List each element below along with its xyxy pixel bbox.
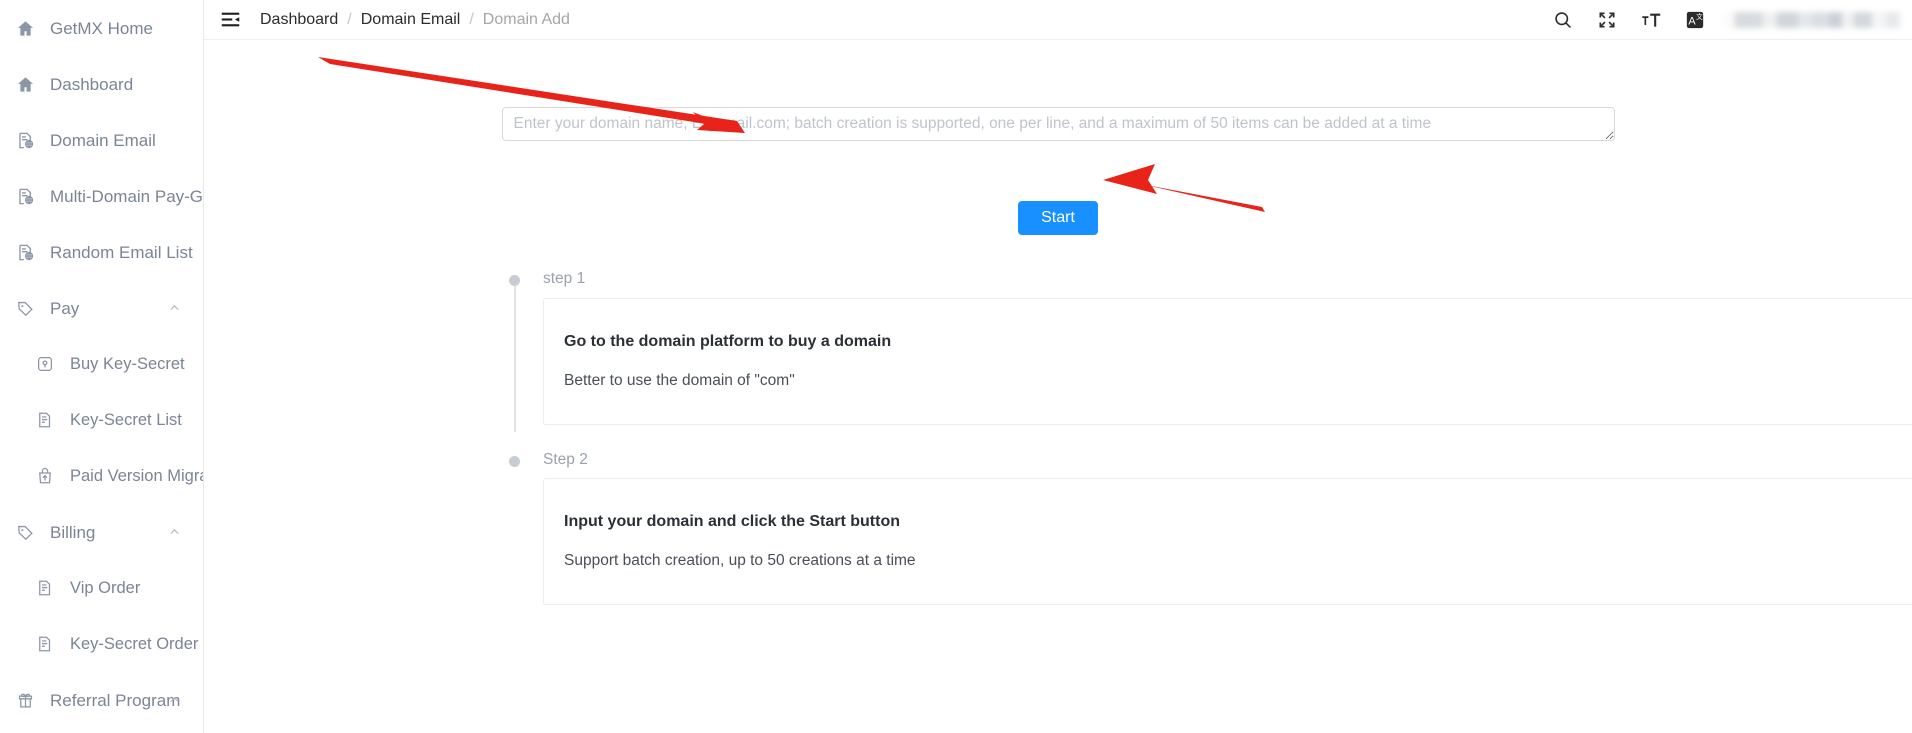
sidebar-item-buy-key-secret[interactable]: Buy Key-Secret <box>0 336 203 392</box>
sidebar-group-label: Referral Program <box>50 690 181 710</box>
gift-icon <box>14 689 36 711</box>
sidebar-item-label: Paid Version Migration <box>70 466 203 485</box>
start-button-row: Start <box>204 201 1912 235</box>
sidebar-item-label: Key-Secret Order <box>70 634 199 653</box>
sidebar-group-billing[interactable]: Billing <box>0 504 203 560</box>
chevron-up-icon[interactable] <box>168 302 181 315</box>
sidebar-item-label: Random Email List <box>50 242 193 262</box>
sidebar-item-vip-order[interactable]: Vip Order <box>0 560 203 616</box>
user-account-redacted[interactable] <box>1724 12 1900 28</box>
sidebar-item-getmx-home[interactable]: GetMX Home <box>0 0 203 56</box>
chevron-up-icon[interactable] <box>168 694 181 707</box>
start-button[interactable]: Start <box>1018 201 1098 235</box>
chevron-up-icon[interactable] <box>168 526 181 539</box>
sidebar-group-label: Pay <box>50 298 80 318</box>
main-area: Dashboard / Domain Email / Domain Add A … <box>204 0 1912 733</box>
domain-input-row <box>204 107 1912 141</box>
tag-icon <box>14 297 36 319</box>
domain-mail-icon <box>14 185 36 207</box>
step-description: Support batch creation, up to 50 creatio… <box>564 552 916 569</box>
step-card: Go to the domain platform to buy a domai… <box>543 297 1912 425</box>
sidebar-item-label: GetMX Home <box>50 18 153 38</box>
breadcrumb-item-domain-email[interactable]: Domain Email <box>361 11 461 29</box>
step-1: step 1 Go to the domain platform to buy … <box>509 268 1912 432</box>
breadcrumb-item-domain-add: Domain Add <box>482 10 570 28</box>
list-doc-icon <box>34 633 56 655</box>
list-doc-icon <box>34 409 56 431</box>
sidebar-item-domain-email[interactable]: Domain Email <box>0 112 203 168</box>
list-doc-icon <box>34 577 56 599</box>
sidebar-item-label: Buy Key-Secret <box>70 354 185 373</box>
step-description: Better to use the domain of "com" <box>564 371 795 389</box>
sidebar-item-dashboard[interactable]: Dashboard <box>0 56 203 112</box>
sidebar: GetMX Home Dashboard Domain Email Multi-… <box>0 0 204 733</box>
steps-timeline: step 1 Go to the domain platform to buy … <box>509 268 1912 605</box>
translate-icon[interactable]: A 文 <box>1680 5 1710 35</box>
sidebar-group-pay[interactable]: Pay <box>0 280 203 336</box>
breadcrumb-separator: / <box>347 10 352 28</box>
sidebar-item-label: Dashboard <box>50 74 134 94</box>
app-root: GetMX Home Dashboard Domain Email Multi-… <box>0 0 1912 733</box>
header-actions: A 文 <box>1548 0 1912 40</box>
breadcrumb: Dashboard / Domain Email / Domain Add <box>260 11 570 29</box>
domain-mail-icon <box>14 129 36 151</box>
sidebar-group-referral-program[interactable]: Referral Program <box>0 672 203 728</box>
breadcrumb-item-dashboard[interactable]: Dashboard <box>260 11 338 29</box>
sidebar-group-label: Billing <box>50 522 96 542</box>
step-2: Step 2 Input your domain and click the S… <box>509 449 1912 605</box>
sidebar-item-label: Vip Order <box>70 578 141 597</box>
sidebar-item-paid-version-migration[interactable]: Paid Version Migration <box>0 448 203 504</box>
domain-mail-icon <box>14 241 36 263</box>
step-card: Input your domain and click the Start bu… <box>543 478 1912 605</box>
font-size-icon[interactable] <box>1636 5 1666 35</box>
sidebar-item-label: Multi-Domain Pay-Group <box>50 186 204 206</box>
sidebar-item-key-secret-order[interactable]: Key-Secret Order <box>0 616 203 672</box>
step-dot <box>509 455 520 467</box>
svg-text:A: A <box>1688 15 1696 27</box>
sidebar-item-label: Domain Email <box>50 130 156 150</box>
sidebar-item-key-secret-list[interactable]: Key-Secret List <box>0 392 203 448</box>
search-icon[interactable] <box>1548 5 1578 35</box>
sidebar-item-multi-domain-pay-group[interactable]: Multi-Domain Pay-Group <box>0 168 203 224</box>
step-dot <box>509 275 520 286</box>
top-header: Dashboard / Domain Email / Domain Add A … <box>204 0 1912 40</box>
key-box-icon <box>34 353 56 375</box>
home-icon <box>14 17 36 39</box>
home-icon <box>14 73 36 95</box>
sidebar-item-random-email-list[interactable]: Random Email List <box>0 224 203 280</box>
menu-fold-icon[interactable] <box>216 6 244 34</box>
step-title: Go to the domain platform to buy a domai… <box>564 332 892 350</box>
domain-input[interactable] <box>501 107 1615 141</box>
step-title: Input your domain and click the Start bu… <box>564 513 901 530</box>
sidebar-item-label: Key-Secret List <box>70 410 182 429</box>
fullscreen-icon[interactable] <box>1592 5 1622 35</box>
sidebar-item-referral-program[interactable]: Referral Program <box>0 728 203 733</box>
step-connector-line <box>514 286 516 432</box>
upload-bag-icon <box>34 465 56 487</box>
breadcrumb-separator: / <box>469 10 474 28</box>
step-label: step 1 <box>543 270 586 287</box>
step-label: Step 2 <box>543 450 588 468</box>
content-area: Start step 1 Go to the domain platform t… <box>204 40 1912 733</box>
svg-text:文: 文 <box>1696 12 1703 21</box>
tag-icon <box>14 521 36 543</box>
